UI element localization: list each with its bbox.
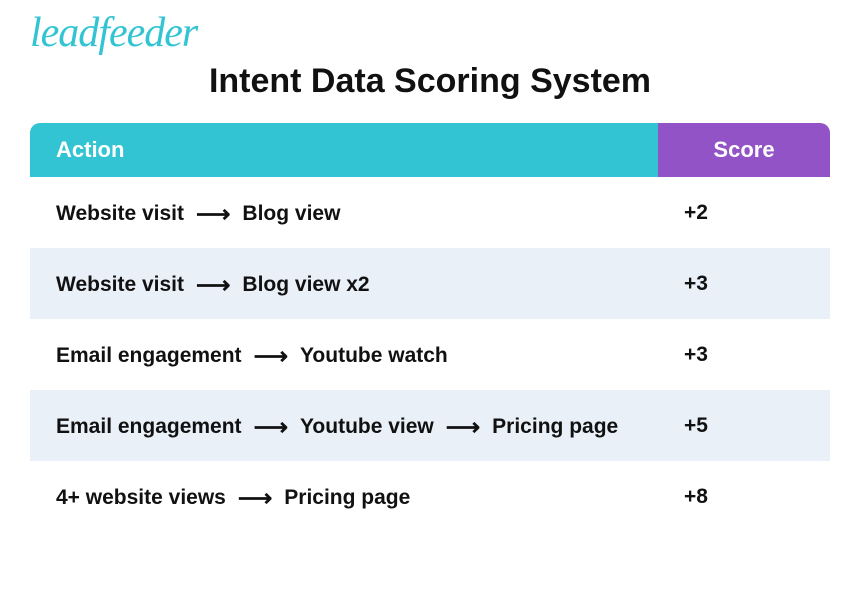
table-row: Email engagement ⟶ Youtube view ⟶ Pricing pa… bbox=[30, 390, 830, 461]
table-row: Website visit ⟶ Blog view x2 +3 bbox=[30, 248, 830, 319]
table-row: Email engagement ⟶ Youtube watch +3 bbox=[30, 319, 830, 390]
action-cell: Email engagement ⟶ Youtube watch bbox=[30, 319, 658, 390]
action-step: 4+ website views bbox=[56, 486, 226, 509]
arrow-icon: ⟶ bbox=[254, 338, 288, 375]
column-header-score: Score bbox=[658, 123, 830, 177]
action-step: Blog view bbox=[242, 202, 340, 225]
table-row: 4+ website views ⟶ Pricing page +8 bbox=[30, 461, 830, 532]
score-cell: +2 bbox=[658, 177, 830, 248]
brand-logo: leadfeeder bbox=[30, 12, 830, 54]
scoring-table: Action Score Website visit⟶Blog view+2We… bbox=[30, 123, 830, 532]
arrow-icon: ⟶ bbox=[254, 409, 288, 446]
action-step: Pricing page bbox=[492, 415, 618, 438]
action-cell: Website visit ⟶ Blog view bbox=[30, 177, 658, 248]
score-cell: +8 bbox=[658, 461, 830, 532]
action-step: Website visit bbox=[56, 273, 184, 296]
table-header-row: Action Score bbox=[30, 123, 830, 177]
column-header-action: Action bbox=[30, 123, 658, 177]
action-cell: Website visit ⟶ Blog view x2 bbox=[30, 248, 658, 319]
arrow-icon: ⟶ bbox=[446, 409, 480, 446]
action-step: Youtube watch bbox=[300, 344, 448, 367]
table-row: Website visit ⟶ Blog view +2 bbox=[30, 177, 830, 248]
score-cell: +3 bbox=[658, 319, 830, 390]
action-step: Pricing page bbox=[284, 486, 410, 509]
arrow-icon: ⟶ bbox=[238, 480, 272, 517]
action-step: Email engagement bbox=[56, 415, 242, 438]
action-step: Youtube view bbox=[300, 415, 434, 438]
arrow-icon: ⟶ bbox=[196, 196, 230, 233]
action-step: Website visit bbox=[56, 202, 184, 225]
arrow-icon: ⟶ bbox=[196, 267, 230, 304]
action-step: Blog view x2 bbox=[242, 273, 369, 296]
page-title: Intent Data Scoring System bbox=[30, 62, 830, 101]
score-cell: +3 bbox=[658, 248, 830, 319]
action-cell: 4+ website views ⟶ Pricing page bbox=[30, 461, 658, 532]
action-step: Email engagement bbox=[56, 344, 242, 367]
score-cell: +5 bbox=[658, 390, 830, 461]
action-cell: Email engagement ⟶ Youtube view ⟶ Pricing pa… bbox=[30, 390, 658, 461]
